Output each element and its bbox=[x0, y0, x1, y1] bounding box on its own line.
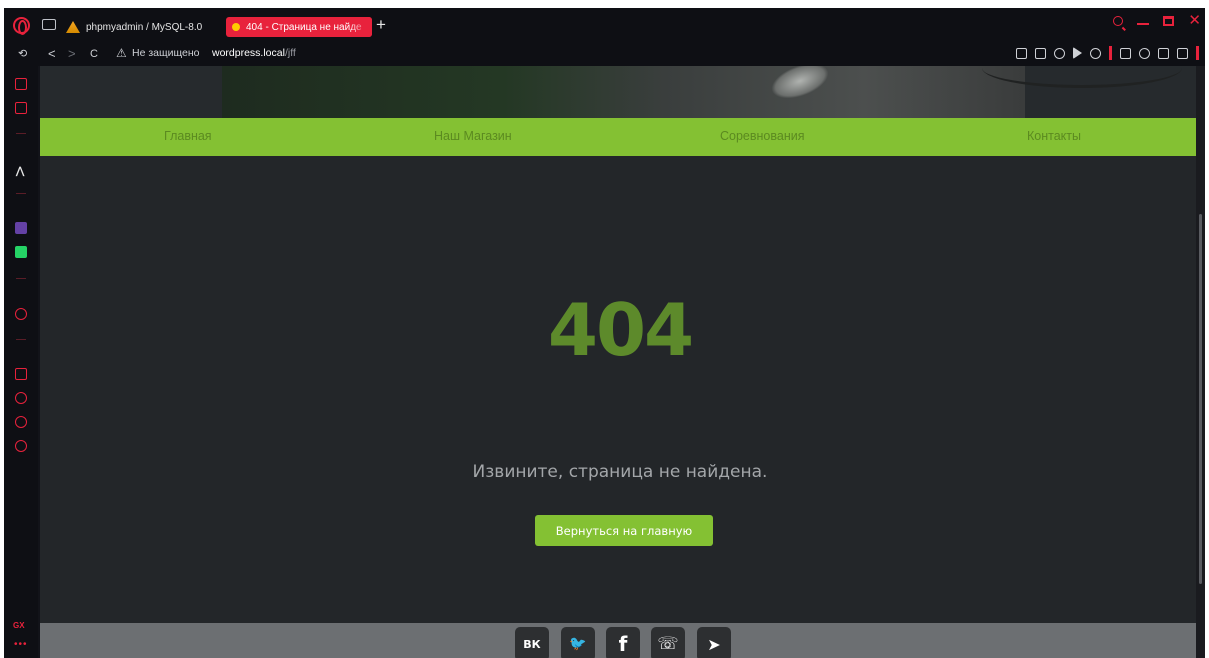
page-viewport: Главная Наш Магазин Соревнования Контакт… bbox=[40, 66, 1200, 658]
address-bar: ⟲ < > C ⚠ Не защищено wordpress.local/jf… bbox=[4, 42, 1205, 66]
tab-404-page[interactable]: 404 - Страница не найде bbox=[226, 17, 372, 37]
tab-title: 404 - Страница не найде bbox=[246, 21, 362, 33]
site-favicon-icon bbox=[232, 23, 240, 31]
url-host: wordpress.local bbox=[212, 47, 285, 59]
sidebar-divider bbox=[16, 339, 26, 340]
settings-icon[interactable] bbox=[15, 440, 27, 452]
aria-icon[interactable]: ⋀ bbox=[16, 166, 24, 177]
nav-item-home[interactable]: Главная bbox=[164, 129, 212, 143]
facebook-icon[interactable]: f bbox=[606, 627, 640, 658]
header-banner bbox=[40, 66, 1200, 118]
url-field[interactable]: wordpress.local/jff bbox=[212, 47, 296, 59]
viber-icon[interactable]: ☏ bbox=[651, 627, 685, 658]
nav-item-competitions[interactable]: Соревнования bbox=[720, 129, 805, 143]
sidebar-divider bbox=[16, 133, 26, 134]
tab-title: phpmyadmin / MySQL-8.0 bbox=[86, 21, 203, 33]
pinboard-icon[interactable] bbox=[15, 368, 27, 380]
forward-button[interactable]: > bbox=[68, 46, 76, 62]
footer: ВК 🐦 f ☏ ➤ bbox=[40, 623, 1200, 658]
window-controls: ✕ bbox=[1113, 13, 1201, 28]
sync-icon[interactable]: ⟲ bbox=[18, 46, 27, 62]
twitch-icon[interactable] bbox=[15, 222, 27, 234]
error-code: 404 bbox=[547, 288, 694, 372]
toolbar-icons bbox=[1016, 46, 1199, 60]
edit-icon[interactable] bbox=[1016, 47, 1027, 59]
sidebar-divider bbox=[16, 193, 26, 194]
back-button[interactable]: < bbox=[48, 46, 56, 62]
gx-label[interactable]: GX bbox=[13, 621, 25, 630]
menu-icon[interactable] bbox=[1177, 47, 1188, 59]
more-icon[interactable]: ••• bbox=[14, 639, 28, 650]
close-window-button[interactable]: ✕ bbox=[1188, 13, 1201, 28]
heart-icon[interactable] bbox=[1090, 47, 1101, 59]
gx-control-icon[interactable] bbox=[15, 78, 27, 90]
insecure-label[interactable]: Не защищено bbox=[132, 47, 200, 59]
vk-icon[interactable]: ВК bbox=[515, 627, 549, 658]
gx-corner-icon[interactable] bbox=[15, 102, 27, 114]
browser-window: phpmyadmin / MySQL-8.0 404 - Страница не… bbox=[4, 8, 1205, 658]
warning-icon[interactable]: ⚠ bbox=[116, 45, 127, 61]
sidebar: ⋀ GX ••• bbox=[4, 66, 38, 658]
maximize-button[interactable] bbox=[1163, 16, 1175, 26]
error-message: Извините, страница не найдена. bbox=[472, 462, 768, 482]
header-image bbox=[222, 66, 1182, 118]
reload-button[interactable]: C bbox=[90, 46, 98, 62]
phpmyadmin-favicon-icon bbox=[66, 21, 80, 33]
download-icon[interactable] bbox=[1158, 47, 1169, 59]
page-scrollbar[interactable] bbox=[1196, 66, 1205, 658]
tab-bar: phpmyadmin / MySQL-8.0 404 - Страница не… bbox=[4, 8, 1205, 42]
player-icon[interactable] bbox=[1073, 47, 1082, 59]
tab-phpmyadmin[interactable]: phpmyadmin / MySQL-8.0 bbox=[66, 17, 224, 37]
toolbar-divider bbox=[1196, 46, 1199, 60]
vpn-icon[interactable] bbox=[1054, 47, 1065, 59]
snapshot-icon[interactable] bbox=[1035, 47, 1046, 59]
twitter-icon[interactable]: 🐦 bbox=[561, 627, 595, 658]
tab-title-fade bbox=[348, 17, 372, 37]
telegram-icon[interactable]: ➤ bbox=[697, 627, 731, 658]
url-path: /jff bbox=[284, 47, 296, 59]
header-image-detail bbox=[766, 66, 834, 106]
extensions-icon[interactable] bbox=[1120, 47, 1131, 59]
whatsapp-icon[interactable] bbox=[15, 246, 27, 258]
minimize-button[interactable] bbox=[1137, 23, 1150, 25]
nav-item-shop[interactable]: Наш Магазин bbox=[434, 129, 512, 143]
history-icon[interactable] bbox=[15, 392, 27, 404]
scrollbar-thumb[interactable] bbox=[1199, 214, 1202, 584]
sidebar-divider bbox=[16, 278, 26, 279]
workspaces-icon[interactable] bbox=[42, 19, 56, 30]
extensions-icon[interactable] bbox=[15, 416, 27, 428]
profile-icon[interactable] bbox=[1139, 47, 1150, 59]
new-tab-button[interactable]: + bbox=[376, 15, 386, 35]
back-to-home-button[interactable]: Вернуться на главную bbox=[535, 515, 713, 546]
nav-item-contacts[interactable]: Контакты bbox=[1027, 129, 1081, 143]
opera-logo-icon[interactable] bbox=[13, 17, 30, 35]
player-icon[interactable] bbox=[15, 308, 27, 320]
toolbar-divider bbox=[1109, 46, 1112, 60]
tab-search-icon[interactable] bbox=[1113, 16, 1124, 26]
header-image-curve bbox=[982, 66, 1182, 88]
site-nav: Главная Наш Магазин Соревнования Контакт… bbox=[40, 118, 1200, 156]
screen: phpmyadmin / MySQL-8.0 404 - Страница не… bbox=[0, 0, 1209, 658]
